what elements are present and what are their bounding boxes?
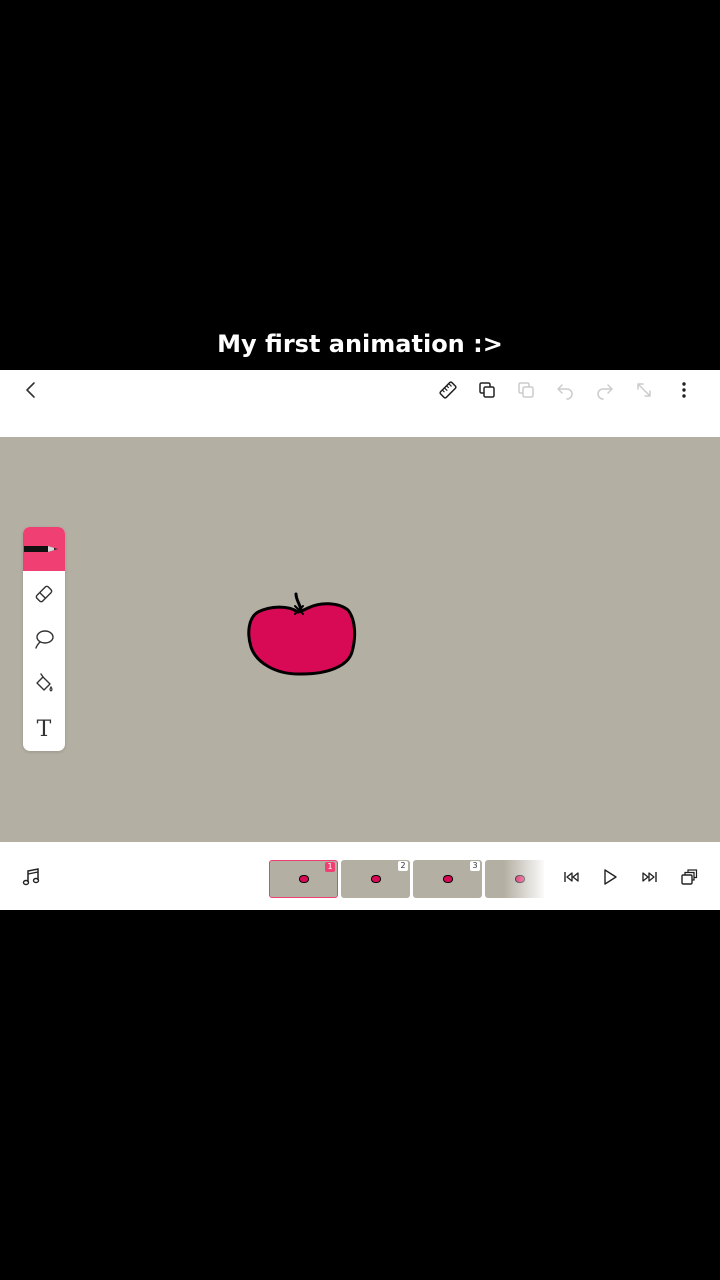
play-icon <box>604 869 617 885</box>
back-icon <box>26 382 35 398</box>
paint-bucket-icon <box>36 673 53 692</box>
eraser-icon <box>35 585 53 603</box>
more-icon <box>682 382 686 398</box>
ruler-button[interactable] <box>436 378 460 402</box>
music-icon <box>22 868 40 886</box>
lasso-tool[interactable] <box>23 617 65 661</box>
apple-thumbnail <box>370 875 381 883</box>
fill-tool[interactable] <box>23 662 65 706</box>
frame-number: 1 <box>325 862 335 872</box>
frames-stack-icon <box>681 869 698 885</box>
text-tool[interactable]: T <box>23 707 65 751</box>
eraser-tool[interactable] <box>23 572 65 616</box>
frame-number: 3 <box>470 861 480 871</box>
undo-icon <box>557 384 573 400</box>
resize-icon <box>637 383 651 397</box>
pen-tool[interactable] <box>23 527 65 571</box>
music-button[interactable] <box>20 866 42 888</box>
frame-number: 2 <box>398 861 408 871</box>
apple-drawing <box>247 592 357 676</box>
copy-button[interactable] <box>475 378 499 402</box>
top-toolbar <box>0 370 720 437</box>
copy-icon <box>479 382 495 398</box>
more-button[interactable] <box>672 378 696 402</box>
frames-manager-button[interactable] <box>678 866 700 888</box>
pen-icon <box>24 546 58 552</box>
play-button[interactable] <box>599 866 621 888</box>
frame-thumbnail[interactable]: 1 <box>269 860 338 898</box>
redo-icon <box>597 384 613 400</box>
tool-palette: T <box>23 527 65 751</box>
text-icon: T <box>36 716 52 742</box>
paste-icon <box>518 382 534 398</box>
timeline-bar: 1 2 3 <box>0 842 720 910</box>
animation-app: T 1 2 3 <box>0 370 720 910</box>
ruler-icon <box>439 381 457 399</box>
frame-thumbnail[interactable]: 2 <box>341 860 410 898</box>
lasso-icon <box>35 630 54 649</box>
paste-button[interactable] <box>514 378 538 402</box>
frame-thumbnail[interactable]: 3 <box>413 860 482 898</box>
drawing-canvas[interactable]: T <box>0 437 720 842</box>
apple-thumbnail <box>442 875 453 883</box>
apple-thumbnail <box>514 875 525 883</box>
resize-button[interactable] <box>632 378 656 402</box>
apple-thumbnail <box>298 875 309 883</box>
skip-start-icon <box>564 872 579 882</box>
skip-to-start-button[interactable] <box>560 866 582 888</box>
skip-end-icon <box>642 872 657 882</box>
redo-button[interactable] <box>593 378 617 402</box>
back-button[interactable] <box>19 378 43 402</box>
frame-strip: 1 2 3 <box>268 859 544 899</box>
video-caption: My first animation :> <box>217 330 503 358</box>
undo-button[interactable] <box>553 378 577 402</box>
frame-thumbnail[interactable] <box>485 860 544 898</box>
skip-to-end-button[interactable] <box>639 866 661 888</box>
